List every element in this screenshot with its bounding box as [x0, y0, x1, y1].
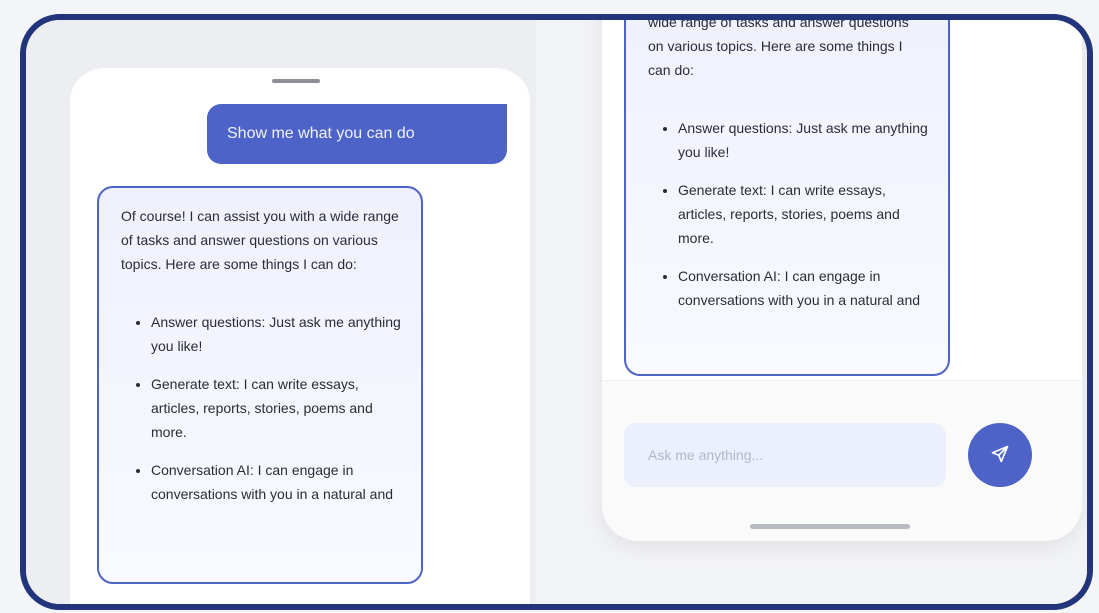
drag-handle[interactable]: [272, 79, 320, 83]
capability-item: Generate text: I can write essays, artic…: [151, 372, 401, 444]
ai-response-bubble-scrolled: wide range of tasks and answer questions…: [624, 14, 950, 376]
chat-panel-scrolled: wide range of tasks and answer questions…: [602, 14, 1082, 541]
chat-panel: Show me what you can do Of course! I can…: [70, 68, 530, 604]
capability-item: Conversation AI: I can engage in convers…: [151, 458, 401, 506]
ai-intro-text: wide range of tasks and answer questions…: [648, 14, 928, 82]
capability-list: Answer questions: Just ask me anything y…: [121, 310, 401, 506]
capability-item: Answer questions: Just ask me anything y…: [151, 310, 401, 358]
ai-intro-clipped-line: wide range of tasks and answer: [648, 14, 845, 30]
paper-plane-icon: [990, 444, 1010, 467]
capability-item: Answer questions: Just ask me anything y…: [678, 116, 928, 164]
ai-intro-text: Of course! I can assist you with a wide …: [121, 208, 399, 272]
user-message-bubble: Show me what you can do: [207, 104, 507, 164]
left-screen: Show me what you can do Of course! I can…: [26, 20, 536, 604]
send-button[interactable]: [968, 423, 1032, 487]
home-indicator: [750, 524, 910, 529]
device-frame: Show me what you can do Of course! I can…: [20, 14, 1093, 610]
ai-response-bubble: Of course! I can assist you with a wide …: [97, 186, 423, 584]
right-screen: wide range of tasks and answer questions…: [536, 20, 1087, 604]
message-composer: [602, 380, 1082, 541]
capability-item: Conversation AI: I can engage in convers…: [678, 264, 928, 312]
capability-item: Generate text: I can write essays, artic…: [678, 178, 928, 250]
capability-list: Answer questions: Just ask me anything y…: [648, 116, 928, 312]
message-input[interactable]: [624, 423, 946, 487]
